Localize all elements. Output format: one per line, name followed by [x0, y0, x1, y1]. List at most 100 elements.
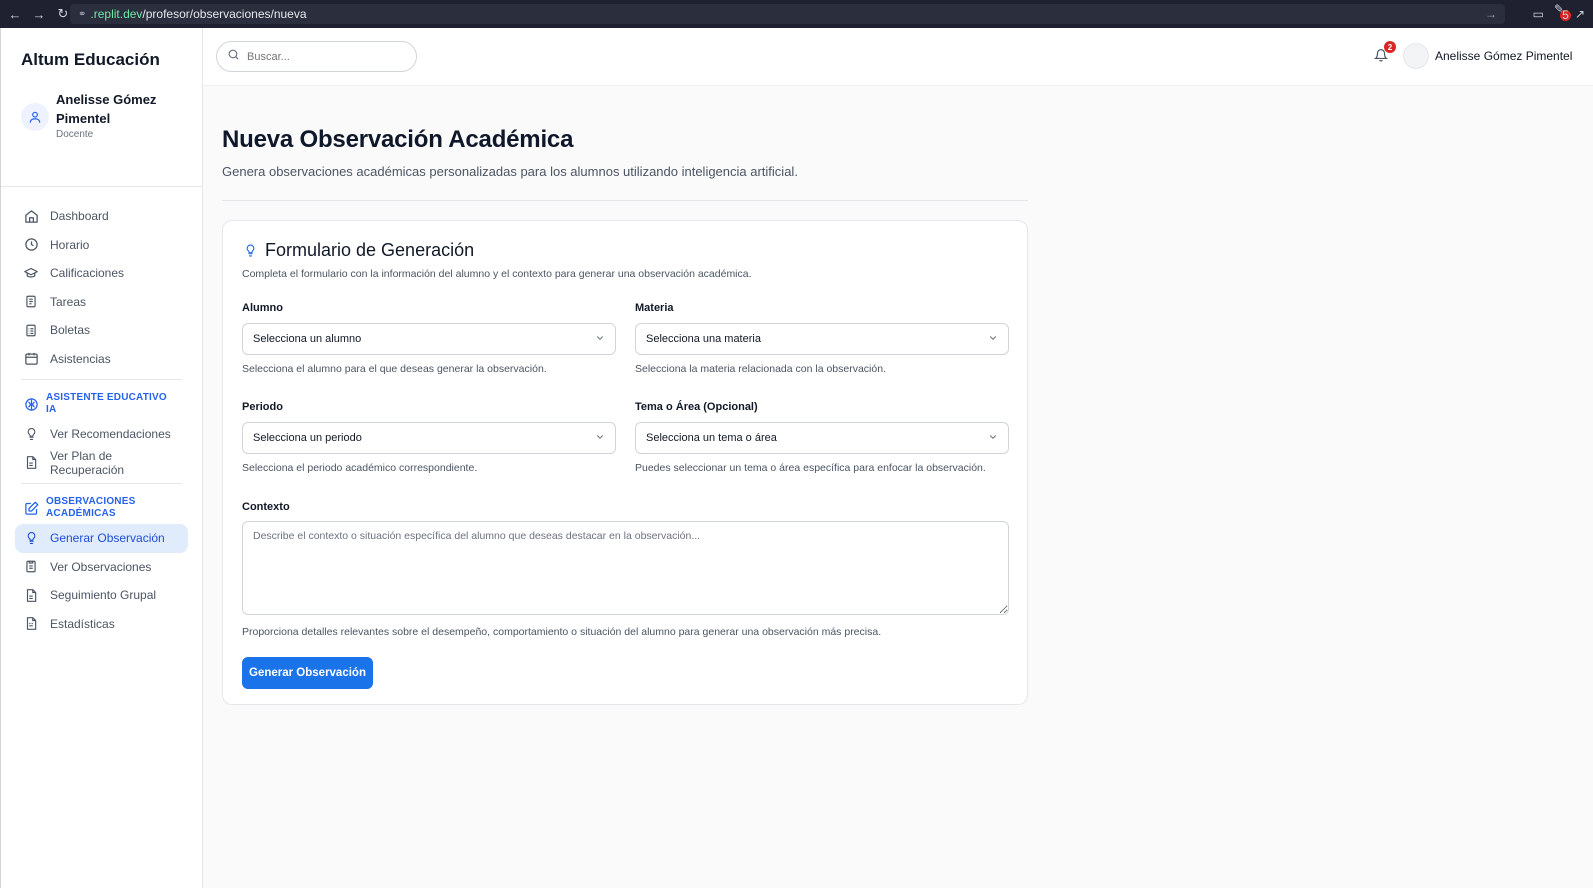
- clock-icon: [23, 237, 39, 253]
- avatar: [1403, 43, 1429, 69]
- header-user-name: Anelisse Gómez Pimentel: [1435, 49, 1573, 63]
- periodo-select[interactable]: Selecciona un periodo: [242, 422, 616, 454]
- user-menu[interactable]: Anelisse Gómez Pimentel: [1403, 43, 1572, 69]
- sidebar-item-ver-observaciones[interactable]: Ver Observaciones: [15, 553, 188, 582]
- sidebar-item-horario[interactable]: Horario: [15, 231, 188, 260]
- forward-icon[interactable]: →: [32, 7, 46, 22]
- sidebar-item-seguimiento-grupal[interactable]: Seguimiento Grupal: [15, 581, 188, 610]
- sidebar-nav: Dashboard Horario Calificaciones Tareas …: [1, 187, 202, 638]
- materia-select-value: Selecciona una materia: [646, 333, 761, 345]
- brand-title: Altum Educación: [21, 50, 160, 69]
- form-grid: Alumno Selecciona un alumno Selecciona e…: [242, 302, 1009, 500]
- search-icon: [227, 48, 240, 66]
- generate-observation-button[interactable]: Generar Observación: [242, 657, 373, 689]
- profile-role: Docente: [56, 129, 94, 140]
- graduation-cap-icon: [23, 265, 39, 281]
- field-tema: Tema o Área (Opcional) Selecciona un tem…: [635, 401, 1009, 476]
- tema-select[interactable]: Selecciona un tema o área: [635, 422, 1009, 454]
- materia-select[interactable]: Selecciona una materia: [635, 323, 1009, 355]
- sidebar-item-label: Horario: [50, 237, 90, 252]
- section-title-observaciones-label: OBSERVACIONES ACADÉMICAS: [46, 496, 136, 519]
- chevron-down-icon: [988, 333, 998, 346]
- edit-square-icon: [23, 500, 39, 516]
- alumno-helper: Selecciona el alumno para el que deseas …: [242, 363, 547, 375]
- back-icon[interactable]: ←: [8, 7, 22, 22]
- home-icon: [23, 208, 39, 224]
- url-path: /profesor/observaciones/nueva: [142, 7, 307, 21]
- section-title-ai-label: ASISTENTE EDUCATIVO IA: [46, 392, 167, 415]
- top-header: 2 Anelisse Gómez Pimentel: [203, 28, 1593, 86]
- tema-label: Tema o Área (Opcional): [635, 401, 758, 413]
- search-input[interactable]: [247, 50, 397, 63]
- lightbulb-icon: [23, 426, 39, 442]
- context-label: Contexto: [242, 501, 290, 513]
- section-title-observaciones: OBSERVACIONES ACADÉMICAS: [15, 492, 188, 524]
- tema-helper: Puedes seleccionar un tema o área especí…: [635, 462, 986, 474]
- sidebar-item-generar-observacion[interactable]: Generar Observación: [15, 524, 188, 553]
- periodo-label: Periodo: [242, 401, 283, 413]
- sidebar-item-estadisticas[interactable]: Estadísticas: [15, 610, 188, 639]
- link-icon: ⚭: [78, 8, 87, 20]
- chevron-down-icon: [595, 432, 605, 445]
- page-title: Nueva Observación Académica: [222, 126, 574, 153]
- field-materia: Materia Selecciona una materia Seleccion…: [635, 302, 1009, 377]
- sidebar-item-label: Ver Plan de Recuperación: [50, 448, 125, 477]
- url-host: .replit.dev: [90, 7, 143, 21]
- card-title: Formulario de Generación: [242, 240, 1008, 261]
- alumno-select[interactable]: Selecciona un alumno: [242, 323, 616, 355]
- sidebar-divider: [21, 483, 182, 484]
- sidebar-profile: Anelisse Gómez Pimentel Docente: [1, 86, 202, 187]
- brain-icon: [23, 396, 39, 412]
- sidebar-item-ver-plan-recuperacion[interactable]: Ver Plan de Recuperación: [15, 449, 188, 478]
- sidebar-item-asistencias[interactable]: Asistencias: [15, 345, 188, 374]
- sidebar-item-label: Calificaciones: [50, 266, 125, 281]
- user-icon: [21, 103, 49, 131]
- open-external-icon[interactable]: ↗: [1575, 7, 1585, 21]
- main-content: Nueva Observación Académica Genera obser…: [222, 86, 1028, 705]
- chevron-down-icon: [595, 333, 605, 346]
- calendar-icon: [23, 351, 39, 367]
- sidebar-item-label: Asistencias: [50, 351, 111, 366]
- lightbulb-icon: [242, 242, 258, 260]
- clipboard-list-icon: [23, 559, 39, 575]
- browser-actions: ▭ ✎ 5 ↗: [1515, 2, 1585, 27]
- file-icon: [23, 587, 39, 603]
- card-description: Completa el formulario con la informació…: [242, 268, 752, 280]
- sidebar-item-boletas[interactable]: Boletas: [15, 316, 188, 345]
- alumno-label: Alumno: [242, 302, 283, 314]
- sidebar-item-ver-recomendaciones[interactable]: Ver Recomendaciones: [15, 420, 188, 449]
- clipboard-icon: [23, 294, 39, 310]
- file-icon: [23, 455, 39, 471]
- notification-badge: 2: [1384, 41, 1396, 53]
- title-divider: [222, 200, 1028, 201]
- extension-icon[interactable]: ✎ 5: [1554, 2, 1571, 27]
- cast-icon[interactable]: ▭: [1533, 7, 1544, 21]
- clipboard-list-icon: [23, 322, 39, 338]
- tema-select-value: Selecciona un tema o área: [646, 432, 777, 444]
- materia-label: Materia: [635, 302, 674, 314]
- address-bar[interactable]: ⚭ .replit.dev/profesor/observaciones/nue…: [70, 4, 1505, 24]
- sidebar-item-calificaciones[interactable]: Calificaciones: [15, 259, 188, 288]
- go-arrow-icon[interactable]: →: [1485, 7, 1497, 21]
- search-box[interactable]: [216, 41, 417, 72]
- lightbulb-icon: [23, 530, 39, 546]
- sidebar-divider: [21, 379, 182, 380]
- extension-badge: 5: [1559, 8, 1571, 22]
- sidebar-item-dashboard[interactable]: Dashboard: [15, 202, 188, 231]
- section-title-ai: ASISTENTE EDUCATIVO IA: [15, 388, 188, 420]
- sidebar-item-tareas[interactable]: Tareas: [15, 288, 188, 317]
- notification-button[interactable]: 2: [1373, 41, 1396, 67]
- card-title-text: Formulario de Generación: [265, 240, 475, 260]
- materia-helper: Selecciona la materia relacionada con la…: [635, 363, 886, 375]
- sidebar-item-label: Seguimiento Grupal: [50, 588, 157, 603]
- reload-icon[interactable]: ↻: [56, 6, 70, 22]
- periodo-helper: Selecciona el periodo académico correspo…: [242, 462, 478, 474]
- alumno-select-value: Selecciona un alumno: [253, 333, 362, 345]
- browser-toolbar: ← → ↻ ⚭ .replit.dev/profesor/observacion…: [0, 0, 1593, 28]
- sidebar-item-label: Ver Recomendaciones: [50, 427, 171, 442]
- bell-icon: [1373, 49, 1389, 67]
- periodo-select-value: Selecciona un periodo: [253, 432, 362, 444]
- context-textarea[interactable]: [242, 521, 1009, 615]
- field-periodo: Periodo Selecciona un periodo Selecciona…: [242, 401, 616, 476]
- sidebar-item-label: Dashboard: [50, 209, 109, 224]
